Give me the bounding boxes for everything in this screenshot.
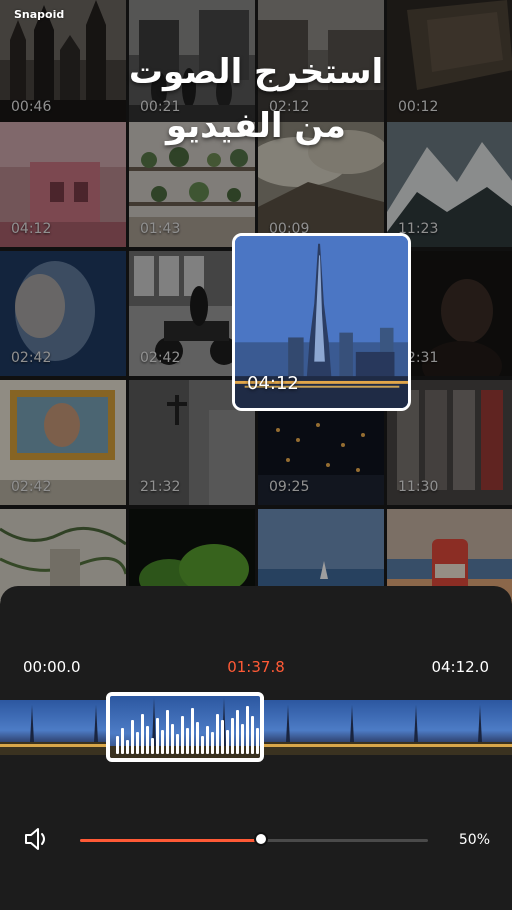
volume-slider-fill: [80, 839, 261, 842]
headline-line-2: من الفيديو: [166, 106, 346, 146]
video-duration: 04:12: [11, 221, 52, 237]
waveform-bar: [131, 720, 134, 754]
waveform-bar: [221, 720, 224, 754]
featured-video-preview[interactable]: 04:12: [232, 233, 411, 411]
waveform-bar: [261, 712, 264, 754]
video-duration: 21:32: [140, 479, 181, 495]
waveform-bar: [196, 722, 199, 754]
waveform-bar: [206, 726, 209, 754]
video-duration: 02:42: [11, 479, 52, 495]
volume-slider[interactable]: [80, 832, 428, 846]
headline: استخرج الصوت من الفيديو: [0, 45, 512, 153]
video-duration: 11:30: [398, 479, 439, 495]
video-thumbnail[interactable]: 02:42: [0, 380, 126, 505]
waveform-bar: [176, 734, 179, 754]
volume-percent-label: 50%: [458, 832, 490, 848]
waveform-bar: [151, 738, 154, 754]
waveform-bar: [226, 730, 229, 754]
waveform-bar: [211, 732, 214, 754]
waveform-bar: [161, 730, 164, 754]
waveform-bar: [191, 708, 194, 754]
speaker-icon[interactable]: [20, 823, 52, 855]
waveform-bar: [201, 736, 204, 754]
brand-logo-text: Snapoid: [14, 8, 65, 21]
waveform-bar: [141, 714, 144, 754]
audio-selection-window[interactable]: [106, 692, 264, 762]
waveform-bar: [186, 728, 189, 754]
audio-extract-panel: 00:00.0 01:37.8 04:12.0 50%: [0, 586, 512, 910]
video-thumbnail[interactable]: 02:42: [0, 251, 126, 376]
waveform-bar: [241, 724, 244, 754]
waveform-bar: [216, 714, 219, 754]
headline-line-1: استخرج الصوت: [128, 52, 384, 92]
audio-waveform: [110, 696, 260, 758]
waveform-bar: [126, 740, 129, 754]
waveform-bar: [236, 710, 239, 754]
waveform-bar: [171, 724, 174, 754]
volume-slider-thumb[interactable]: [253, 832, 268, 846]
video-duration: 02:42: [140, 350, 181, 366]
waveform-bar: [251, 716, 254, 754]
app-screen: Snapoid 00:46 00:21 02:12 00:12 04:12 01…: [0, 0, 512, 910]
waveform-bar: [146, 726, 149, 754]
video-duration: 02:42: [11, 350, 52, 366]
video-duration: 09:25: [269, 479, 310, 495]
waveform-bar: [156, 718, 159, 754]
timeline-end-time: 04:12.0: [431, 658, 489, 676]
waveform-bar: [116, 736, 119, 754]
waveform-bar: [246, 706, 249, 754]
waveform-bar: [121, 728, 124, 754]
waveform-bar: [231, 718, 234, 754]
featured-video-duration: 04:12: [247, 373, 299, 394]
waveform-bar: [136, 732, 139, 754]
waveform-bar: [166, 710, 169, 754]
waveform-bar: [256, 728, 259, 754]
waveform-bar: [181, 716, 184, 754]
video-duration: 01:43: [140, 221, 181, 237]
